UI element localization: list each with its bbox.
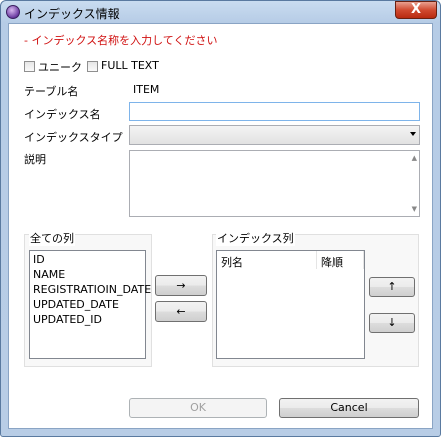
index-type-select[interactable] <box>129 125 420 145</box>
column-name-header[interactable]: 列名 <box>217 251 317 269</box>
index-type-label: インデックスタイプ <box>24 131 123 144</box>
all-columns-list[interactable]: ID NAME REGISTRATIOIN_DATE UPDATED_DATE … <box>29 250 151 359</box>
error-message: - インデックス名称を入力してください <box>24 34 218 47</box>
window-title: インデックス情報 <box>24 7 120 21</box>
scroll-up-icon[interactable]: ▲ <box>412 154 417 162</box>
add-column-button[interactable]: → <box>155 275 207 296</box>
index-columns-list[interactable]: 列名 降順 <box>216 250 365 359</box>
move-down-button[interactable]: ↓ <box>369 313 415 333</box>
all-columns-title: 全ての列 <box>29 230 75 246</box>
fulltext-checkbox[interactable] <box>87 61 98 72</box>
index-name-label: インデックス名 <box>24 108 101 121</box>
index-columns-title: インデックス列 <box>216 230 295 246</box>
table-name-value: ITEM <box>133 83 160 96</box>
list-item[interactable]: ID <box>33 253 45 266</box>
dialog-body: - インデックス名称を入力してください ユニーク FULL TEXT テーブル名… <box>8 23 433 429</box>
unique-checkbox[interactable] <box>24 61 35 72</box>
list-item[interactable]: UPDATED_ID <box>33 313 102 326</box>
move-up-button[interactable]: ↑ <box>369 277 415 297</box>
fulltext-label: FULL TEXT <box>101 59 159 72</box>
dropdown-arrow-icon <box>410 132 416 136</box>
scroll-down-icon[interactable]: ▼ <box>412 205 417 213</box>
list-item[interactable]: NAME <box>33 268 65 281</box>
title-bar[interactable]: インデックス情報 X <box>1 1 440 23</box>
index-info-dialog: インデックス情報 X - インデックス名称を入力してください ユニーク FULL… <box>0 0 441 437</box>
close-button[interactable]: X <box>395 1 437 19</box>
remove-column-button[interactable]: ← <box>155 301 207 322</box>
ok-button[interactable]: OK <box>129 398 267 418</box>
list-item[interactable]: REGISTRATIOIN_DATE <box>33 283 151 296</box>
table-name-label: テーブル名 <box>24 85 79 98</box>
cancel-button[interactable]: Cancel <box>279 398 419 418</box>
list-item[interactable]: UPDATED_DATE <box>33 298 119 311</box>
description-label: 説明 <box>24 153 46 166</box>
app-icon <box>6 5 20 19</box>
index-name-input[interactable] <box>129 102 420 121</box>
descending-header[interactable]: 降順 <box>317 251 364 269</box>
unique-label: ユニーク <box>38 61 82 74</box>
description-textarea[interactable]: ▲ ▼ <box>129 150 420 217</box>
